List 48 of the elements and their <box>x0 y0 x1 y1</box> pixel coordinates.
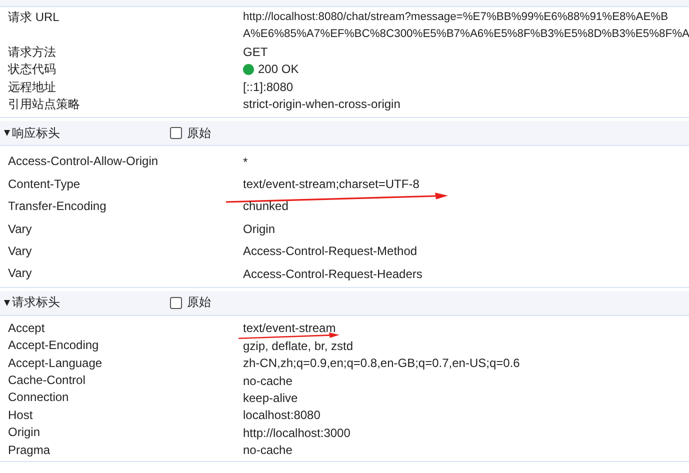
header-value: Access-Control-Request-Headers <box>243 266 422 281</box>
section-header[interactable]: 请求标头 原始 <box>0 290 689 316</box>
checkbox-label: 原始 <box>187 294 211 312</box>
section-header[interactable]: 响应标头 原始 <box>0 121 689 146</box>
header-value: no-cache <box>243 374 292 388</box>
header-value: Access-Control-Request-Method <box>243 244 418 258</box>
field-name: 远程地址 <box>7 78 57 96</box>
triangle-icon <box>4 130 10 136</box>
header-value: gzip, deflate, br, zstd <box>243 338 354 353</box>
header-value: zh-CN,zh;q=0.9,en;q=0.8,en-GB;q=0.7,en-US;q=0.6 <box>243 356 520 370</box>
field-name: 引用站点策略 <box>7 96 81 114</box>
header-value: localhost:8080 <box>243 408 320 422</box>
header-value: Origin <box>243 222 276 236</box>
field-name: 请求方法 <box>7 44 57 61</box>
field-name: 请求 URL <box>7 9 60 26</box>
section-title: 响应标头 <box>12 124 61 142</box>
header-name: Pragma <box>7 442 52 459</box>
header-name: Transfer-Encoding <box>7 198 108 216</box>
header-name: Accept-Encoding <box>7 337 100 354</box>
raw-checkbox[interactable] <box>170 296 182 309</box>
field-name: 状态代码 <box>7 61 57 78</box>
header-value: text/event-stream;charset=UTF-8 <box>243 177 420 192</box>
triangle-icon <box>4 300 10 306</box>
header-name: Vary <box>7 265 33 282</box>
header-name: Origin <box>7 424 42 442</box>
header-value: keep-alive <box>243 391 298 406</box>
header-name: Accept-Language <box>7 354 104 372</box>
header-name: Host <box>7 406 34 424</box>
header-value: * <box>243 154 248 169</box>
header-name: Content-Type <box>7 176 82 193</box>
section-title: 请求标头 <box>12 294 61 312</box>
header-name: Accept <box>7 320 46 337</box>
field-value: http://localhost:8080/chat/stream?message=%E7%BB%99%E6%88%91%E8%AE%B <box>243 10 670 25</box>
header-name: Cache-Control <box>7 372 86 389</box>
checkbox-label: 原始 <box>187 124 211 142</box>
field-value: GET <box>243 44 268 61</box>
raw-checkbox[interactable] <box>170 127 182 140</box>
header-value: chunked <box>243 199 288 214</box>
header-name: Vary <box>7 243 33 260</box>
header-name: Connection <box>7 389 70 406</box>
header-name: Vary <box>7 220 33 238</box>
header-value: no-cache <box>243 443 292 458</box>
field-value: 200 OK <box>258 61 299 78</box>
field-value: strict-origin-when-cross-origin <box>243 96 400 114</box>
header-value: http://localhost:3000 <box>243 426 350 440</box>
header-value: text/event-stream <box>243 321 336 336</box>
field-value: [::1]:8080 <box>243 78 294 96</box>
header-name: Access-Control-Allow-Origin <box>7 153 160 170</box>
